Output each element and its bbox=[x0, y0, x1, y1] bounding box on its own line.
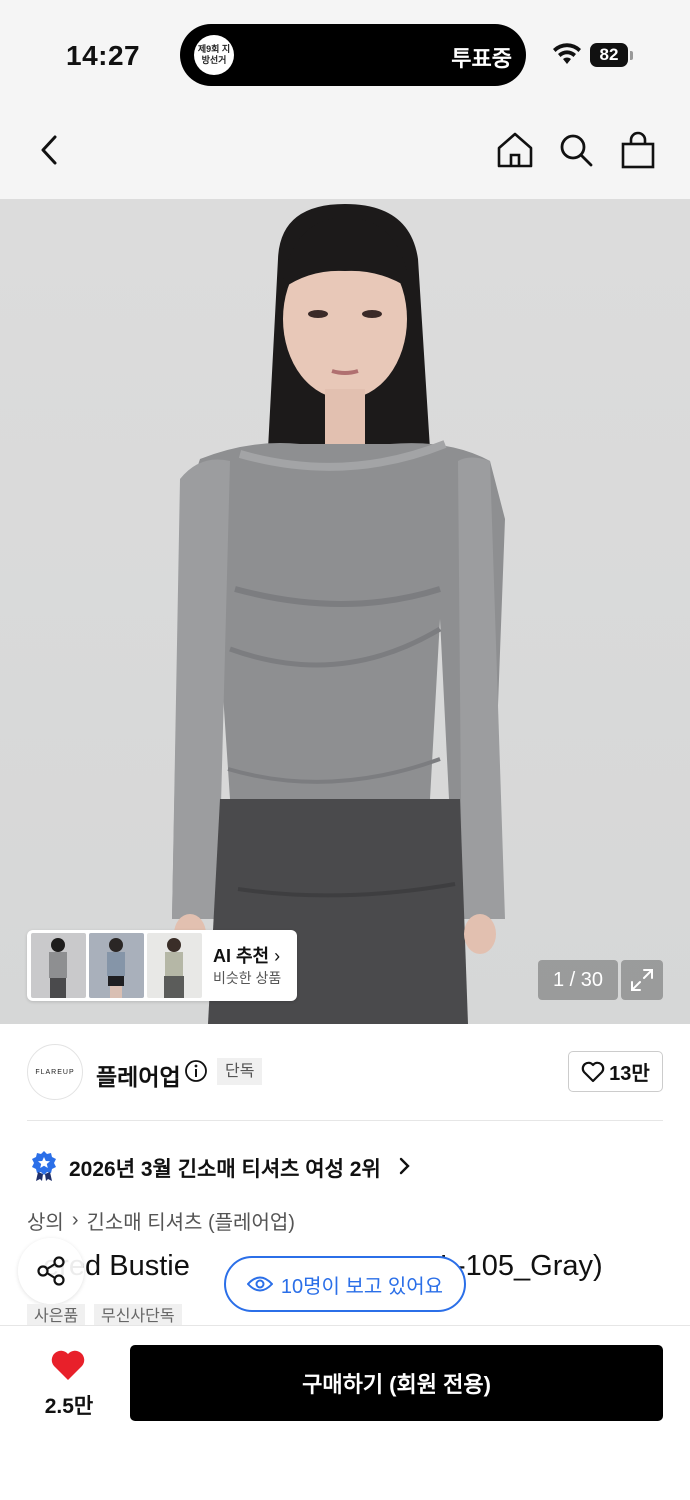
ai-recommend-subtitle: 비슷한 상품 bbox=[213, 970, 282, 986]
shopping-bag-icon bbox=[621, 131, 655, 169]
divider bbox=[27, 1120, 663, 1121]
island-text: 투표중 bbox=[451, 46, 512, 71]
search-icon bbox=[560, 134, 593, 167]
battery-indicator: 82 bbox=[590, 43, 628, 67]
image-counter: 1 / 30 bbox=[538, 960, 618, 1000]
breadcrumb: 상의 › 긴소매 티셔츠 (플레어업) bbox=[27, 1206, 295, 1235]
back-button[interactable] bbox=[26, 127, 72, 173]
status-time: 14:27 bbox=[66, 40, 141, 71]
home-button[interactable] bbox=[492, 127, 538, 173]
ai-recommend-title: AI 추천 › bbox=[213, 946, 281, 966]
buy-button[interactable]: 구매하기 (회원 전용) bbox=[130, 1345, 663, 1421]
ai-thumbnail-1[interactable] bbox=[31, 933, 86, 998]
product-image[interactable] bbox=[0, 199, 690, 1024]
ranking-medal-icon bbox=[32, 1151, 56, 1181]
expand-button[interactable] bbox=[621, 960, 663, 1000]
election-badge-icon: 제9회 지방선거 bbox=[194, 35, 234, 75]
heart-outline-icon bbox=[581, 1061, 605, 1082]
eye-icon bbox=[246, 1276, 273, 1292]
model-photo bbox=[172, 204, 505, 1024]
exclusive-badge: 단독 bbox=[217, 1058, 263, 1085]
top-nav bbox=[0, 105, 690, 199]
back-icon bbox=[41, 135, 57, 165]
search-button[interactable] bbox=[553, 127, 599, 173]
ranking-text[interactable]: 2026년 3월 긴소매 티셔츠 여성 2위 bbox=[69, 1153, 381, 1183]
brand-like-count: 13만 bbox=[609, 1063, 650, 1085]
share-icon bbox=[37, 1256, 65, 1286]
wish-count: 2.5만 bbox=[44, 1395, 94, 1418]
chevron-right-icon: › bbox=[274, 946, 281, 966]
brand-like-button[interactable]: 13만 bbox=[568, 1051, 663, 1092]
cart-button[interactable] bbox=[615, 127, 661, 173]
expand-icon bbox=[631, 969, 653, 991]
share-button[interactable] bbox=[18, 1238, 84, 1304]
ai-recommend-card[interactable]: AI 추천 › 비슷한 상품 bbox=[27, 930, 297, 1001]
ai-thumbnail-2[interactable] bbox=[89, 933, 144, 998]
viewers-pill: 10명이 보고 있어요 bbox=[224, 1256, 466, 1312]
brand-name[interactable]: 플레어업 bbox=[96, 1058, 181, 1092]
breadcrumb-item[interactable]: 긴소매 티셔츠 (플레어업) bbox=[86, 1206, 294, 1235]
ai-thumbnail-3[interactable] bbox=[147, 933, 202, 998]
wifi-icon bbox=[553, 43, 581, 64]
breadcrumb-item[interactable]: 상의 bbox=[27, 1206, 64, 1235]
status-bar: 14:27 제9회 지방선거 투표중 82 bbox=[0, 0, 690, 105]
brand-logo[interactable]: FLAREUP bbox=[27, 1044, 83, 1100]
chevron-right-icon: › bbox=[71, 1209, 79, 1231]
info-icon[interactable] bbox=[184, 1059, 208, 1083]
home-icon bbox=[497, 132, 533, 168]
heart-filled-icon[interactable] bbox=[50, 1348, 86, 1382]
dynamic-island[interactable]: 제9회 지방선거 투표중 bbox=[180, 24, 526, 86]
battery-tip bbox=[630, 51, 633, 60]
viewers-text: 10명이 보고 있어요 bbox=[280, 1275, 444, 1298]
chevron-right-icon[interactable] bbox=[398, 1156, 412, 1176]
